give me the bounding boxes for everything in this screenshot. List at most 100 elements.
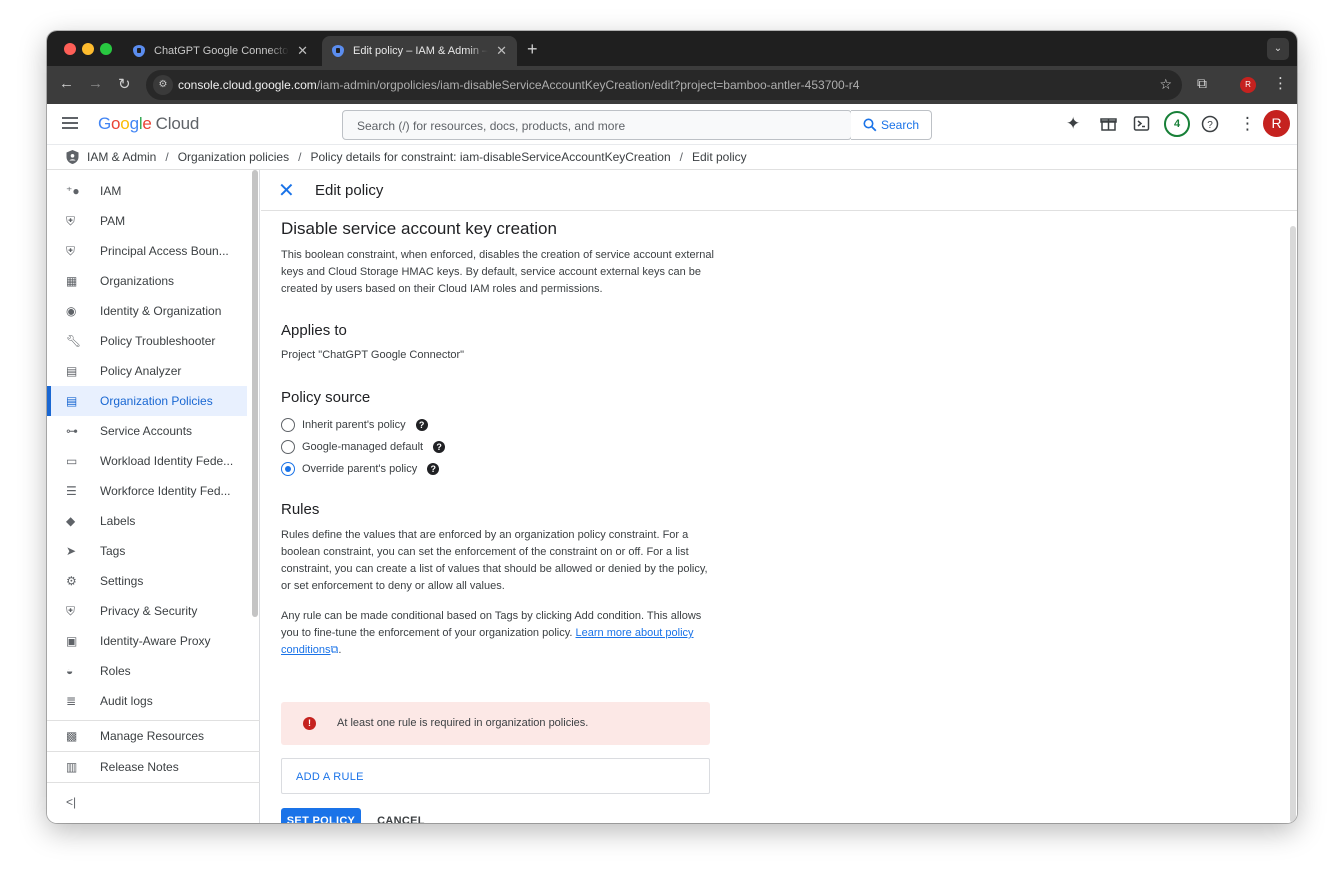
sidebar-item-label: Workload Identity Fede... bbox=[100, 454, 234, 468]
sidebar-item-label: Workforce Identity Fed... bbox=[100, 484, 231, 498]
radio-circle[interactable] bbox=[281, 418, 295, 432]
search-input[interactable]: Search (/) for resources, docs, products… bbox=[342, 110, 852, 140]
close-tab-icon[interactable]: ✕ bbox=[297, 43, 308, 59]
account-circle-icon: ◉ bbox=[66, 304, 77, 318]
sidebar-scrollbar[interactable] bbox=[252, 170, 258, 617]
notifications-badge[interactable]: 4 bbox=[1164, 111, 1190, 137]
console-header: Google Cloud Search (/) for resources, do… bbox=[47, 104, 1297, 145]
error-alert: ! At least one rule is required in organ… bbox=[281, 702, 710, 745]
sidebar-item-workload-identity[interactable]: ▭ Workload Identity Fede... bbox=[47, 446, 247, 476]
constraint-title: Disable service account key creation bbox=[281, 219, 557, 238]
new-tab-icon[interactable]: + bbox=[527, 39, 538, 60]
collapse-sidebar-icon[interactable]: <| bbox=[66, 795, 76, 809]
shield-icon: ⛨ bbox=[66, 213, 76, 228]
help-icon[interactable]: ? bbox=[415, 419, 428, 431]
close-icon[interactable]: ✕ bbox=[278, 178, 295, 203]
main-scrollbar[interactable] bbox=[1290, 226, 1296, 823]
radio-override-parent[interactable]: Override parent's policy ? bbox=[281, 462, 440, 476]
minimize-window-button[interactable] bbox=[82, 43, 94, 55]
bookmark-star-icon[interactable]: ☆ bbox=[1159, 76, 1172, 93]
sidebar-item-label: PAM bbox=[100, 214, 126, 228]
radio-circle[interactable] bbox=[281, 440, 295, 454]
browser-profile-avatar[interactable]: R bbox=[1240, 77, 1256, 93]
browser-toolbar: ← → ↻ ⚙ console.cloud.google.com/iam-adm… bbox=[47, 66, 1297, 104]
help-icon[interactable]: ? bbox=[427, 463, 440, 475]
sidebar-item-release-notes[interactable]: ▥ Release Notes bbox=[47, 752, 247, 782]
sidebar-item-label: Roles bbox=[100, 664, 131, 678]
constraint-description: This boolean constraint, when enforced, … bbox=[281, 249, 714, 295]
sidebar-item-label: Labels bbox=[100, 514, 136, 528]
sidebar-item-label: Audit logs bbox=[100, 694, 153, 708]
tab-title: ChatGPT Google Connector – bbox=[154, 45, 290, 57]
sidebar-item-organizations[interactable]: ▦ Organizations bbox=[47, 266, 247, 296]
address-bar[interactable]: ⚙ console.cloud.google.com/iam-admin/org… bbox=[146, 70, 1182, 100]
sidebar-item-privacy-security[interactable]: ⛨ Privacy & Security bbox=[47, 596, 247, 626]
cancel-button[interactable]: CANCEL bbox=[369, 808, 433, 823]
set-policy-button[interactable]: SET POLICY bbox=[281, 808, 361, 823]
sidebar-item-label: Release Notes bbox=[100, 760, 179, 774]
menu-icon[interactable] bbox=[62, 117, 78, 129]
logo-letter: o bbox=[111, 114, 121, 133]
radio-google-managed[interactable]: Google-managed default ? bbox=[281, 440, 446, 454]
external-link-icon: ⧉ bbox=[330, 644, 339, 656]
sidebar-item-pam[interactable]: ⛨ PAM bbox=[47, 206, 247, 236]
sidebar-item-label: Policy Analyzer bbox=[100, 364, 182, 378]
maximize-window-button[interactable] bbox=[100, 43, 112, 55]
google-cloud-logo[interactable]: Google Cloud bbox=[98, 114, 199, 134]
gift-icon[interactable] bbox=[1100, 115, 1117, 136]
gemini-sparkle-icon[interactable]: ✦ bbox=[1066, 115, 1080, 133]
radio-label: Google-managed default bbox=[302, 441, 424, 453]
sidebar-item-identity-org[interactable]: ◉ Identity & Organization bbox=[47, 296, 247, 326]
breadcrumb-org-policies[interactable]: Organization policies bbox=[178, 150, 289, 164]
browser-window: ChatGPT Google Connector – ✕ Edit policy… bbox=[47, 31, 1297, 823]
sidebar-item-labels[interactable]: ◆ Labels bbox=[47, 506, 247, 536]
url-text: console.cloud.google.com/iam-admin/orgpo… bbox=[178, 78, 859, 92]
sidebar-item-org-policies[interactable]: ▤ Organization Policies bbox=[47, 386, 247, 416]
account-avatar[interactable]: R bbox=[1263, 110, 1290, 137]
add-rule-button[interactable]: ADD A RULE bbox=[281, 758, 710, 794]
more-options-icon[interactable]: ⋮ bbox=[1239, 115, 1256, 133]
search-button[interactable]: Search bbox=[851, 110, 932, 140]
sidebar-item-principal-access[interactable]: ⛨ Principal Access Boun... bbox=[47, 236, 247, 266]
browser-menu-icon[interactable]: ⋮ bbox=[1273, 74, 1288, 92]
sidebar-item-policy-analyzer[interactable]: ▤ Policy Analyzer bbox=[47, 356, 247, 386]
close-window-button[interactable] bbox=[64, 43, 76, 55]
forward-icon[interactable]: → bbox=[88, 75, 103, 92]
help-icon[interactable]: ? bbox=[433, 441, 446, 453]
rules-heading: Rules bbox=[281, 501, 320, 518]
breadcrumb-iam-admin[interactable]: IAM & Admin bbox=[87, 150, 156, 164]
sidebar-item-tags[interactable]: ➤ Tags bbox=[47, 536, 247, 566]
sidebar-item-identity-aware-proxy[interactable]: ▣ Identity-Aware Proxy bbox=[47, 626, 247, 656]
browser-tab-1[interactable]: ChatGPT Google Connector – ✕ bbox=[123, 36, 318, 66]
sidebar-item-audit-logs[interactable]: ≣ Audit logs bbox=[47, 686, 247, 716]
sidebar-item-settings[interactable]: ⚙ Settings bbox=[47, 566, 247, 596]
radio-circle-selected[interactable] bbox=[281, 462, 295, 476]
site-info-icon[interactable]: ⚙ bbox=[153, 75, 173, 95]
rules-description: Rules define the values that are enforce… bbox=[281, 529, 708, 592]
sidebar-item-iam[interactable]: ⁺● IAM bbox=[47, 176, 247, 206]
tab-search-icon[interactable]: ⌄ bbox=[1267, 38, 1289, 60]
breadcrumb-policy-details[interactable]: Policy details for constraint: iam-disab… bbox=[310, 150, 670, 164]
reload-icon[interactable]: ↻ bbox=[118, 75, 131, 93]
radio-label: Inherit parent's policy bbox=[302, 419, 406, 431]
gcp-favicon-icon bbox=[332, 45, 344, 57]
sidebar-item-roles[interactable]: ◒ Roles bbox=[47, 656, 247, 686]
wrench-icon: 🔧︎ bbox=[66, 334, 82, 348]
cloud-shell-icon[interactable] bbox=[1133, 115, 1150, 136]
panel-header: ✕ Edit policy bbox=[261, 170, 1297, 211]
edit-policy-panel: ✕ Edit policy Disable service account ke… bbox=[261, 170, 1297, 823]
sidebar-item-policy-troubleshooter[interactable]: 🔧︎ Policy Troubleshooter bbox=[47, 326, 247, 356]
back-icon[interactable]: ← bbox=[59, 75, 74, 92]
help-icon[interactable]: ? bbox=[1201, 115, 1219, 137]
sidebar-item-service-accounts[interactable]: ⊶ Service Accounts bbox=[47, 416, 247, 446]
browser-tab-2[interactable]: Edit policy – IAM & Admin – G ✕ bbox=[322, 36, 517, 66]
logo-letter: e bbox=[142, 114, 152, 133]
close-tab-icon[interactable]: ✕ bbox=[496, 43, 507, 59]
sidebar-item-workforce-identity[interactable]: ☰ Workforce Identity Fed... bbox=[47, 476, 247, 506]
applies-to-value: Project "ChatGPT Google Connector" bbox=[281, 349, 465, 361]
extensions-icon[interactable]: ⧉ bbox=[1197, 75, 1207, 92]
radio-inherit-parent[interactable]: Inherit parent's policy ? bbox=[281, 418, 428, 432]
error-icon: ! bbox=[303, 717, 316, 730]
add-rule-label: ADD A RULE bbox=[296, 771, 364, 783]
sidebar-item-manage-resources[interactable]: ▩ Manage Resources bbox=[47, 721, 247, 751]
